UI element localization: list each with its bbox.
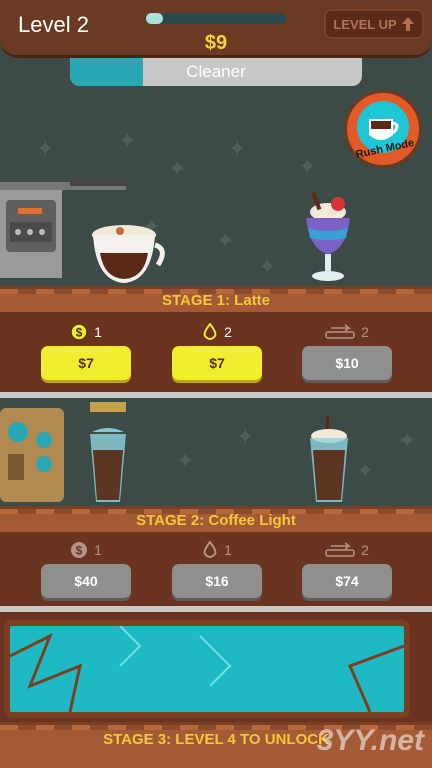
stage-1-upgrades: $ 1 $7 2 $7 2 $10 [0, 312, 432, 392]
conveyor-icon [325, 542, 355, 557]
stage-2-title: STAGE 2: Coffee Light [136, 512, 296, 529]
sparkle-decoration: ✦ [228, 136, 247, 161]
stage-3-locked [0, 612, 432, 722]
sparkle-decoration: ✦ [176, 448, 195, 473]
stage-1-upgrade-profit: $ 1 $7 [41, 322, 131, 380]
latte-cup [92, 225, 165, 283]
upgrade-speed-button[interactable]: $16 [172, 564, 262, 598]
upgrade-level: 2 [224, 324, 232, 340]
sparkle-decoration: ✦ [36, 136, 55, 161]
upgrade-conveyor-button[interactable]: $10 [302, 346, 392, 380]
manager-bar[interactable]: Cleaner [70, 58, 362, 86]
iced-coffee-cup [310, 416, 348, 502]
rush-mode-button[interactable]: Rush Mode [344, 90, 422, 168]
stage-2-upgrades: $ 1 $40 1 $16 2 $74 [0, 532, 432, 612]
level-up-button[interactable]: LEVEL UP [324, 9, 424, 39]
stage-1-title: STAGE 1: Latte [161, 292, 271, 309]
sparkle-decoration: ✦ [168, 156, 187, 181]
upgrade-level: 1 [224, 542, 232, 558]
sparkle-decoration: ✦ [298, 154, 317, 179]
svg-text:$: $ [76, 544, 83, 558]
stage-1-scene: ✦ ✦ ✦ ✦ ✦ ✦ ✦ ✦ Rush Mode [0, 58, 432, 286]
locked-glass-panel [4, 620, 410, 718]
sparkle-decoration: ✦ [118, 128, 137, 153]
xp-progress-fill [146, 13, 163, 24]
stage-2-upgrade-speed: 1 $16 [172, 540, 262, 598]
upgrade-profit-button[interactable]: $40 [41, 564, 131, 598]
top-header: Level 2 $9 LEVEL UP [0, 0, 432, 58]
upgrade-conveyor-button[interactable]: $74 [302, 564, 392, 598]
stage-2-upgrade-profit: $ 1 $40 [41, 540, 131, 598]
coin-icon: $ [70, 323, 88, 341]
upgrade-level: 1 [94, 542, 102, 558]
level-up-label: LEVEL UP [333, 16, 397, 32]
stage-2-upgrade-conveyor: 2 $74 [302, 540, 392, 598]
stage-2-scene: ✦ ✦ ✦ ✦ [0, 398, 432, 506]
drop-icon [203, 541, 217, 558]
drop-icon [203, 323, 217, 340]
sparkle-decoration: ✦ [258, 254, 277, 279]
upgrade-level: 2 [361, 542, 369, 558]
sparkle-decoration: ✦ [356, 458, 375, 483]
stage-1-upgrade-speed: 2 $7 [172, 322, 262, 380]
svg-text:$: $ [76, 326, 83, 340]
stage-1-upgrade-conveyor: 2 $10 [302, 322, 392, 380]
parfait-glass [306, 191, 350, 281]
sparkle-decoration: ✦ [398, 428, 417, 453]
upgrade-level: 2 [361, 324, 369, 340]
sparkle-decoration: ✦ [216, 228, 235, 253]
xp-progress-bar [146, 13, 286, 24]
upgrade-level: 1 [94, 324, 102, 340]
sparkle-decoration: ✦ [236, 424, 255, 449]
upgrade-profit-button[interactable]: $7 [41, 346, 131, 380]
glass-cracks [10, 626, 404, 712]
manager-name: Cleaner [186, 62, 246, 81]
watermark-logo: 3YY.net [316, 724, 424, 757]
coin-icon: $ [71, 542, 88, 558]
iced-coffee-cup [90, 428, 126, 502]
conveyor-icon [325, 324, 355, 339]
arrow-up-icon [401, 17, 414, 31]
upgrade-speed-button[interactable]: $7 [172, 346, 262, 380]
